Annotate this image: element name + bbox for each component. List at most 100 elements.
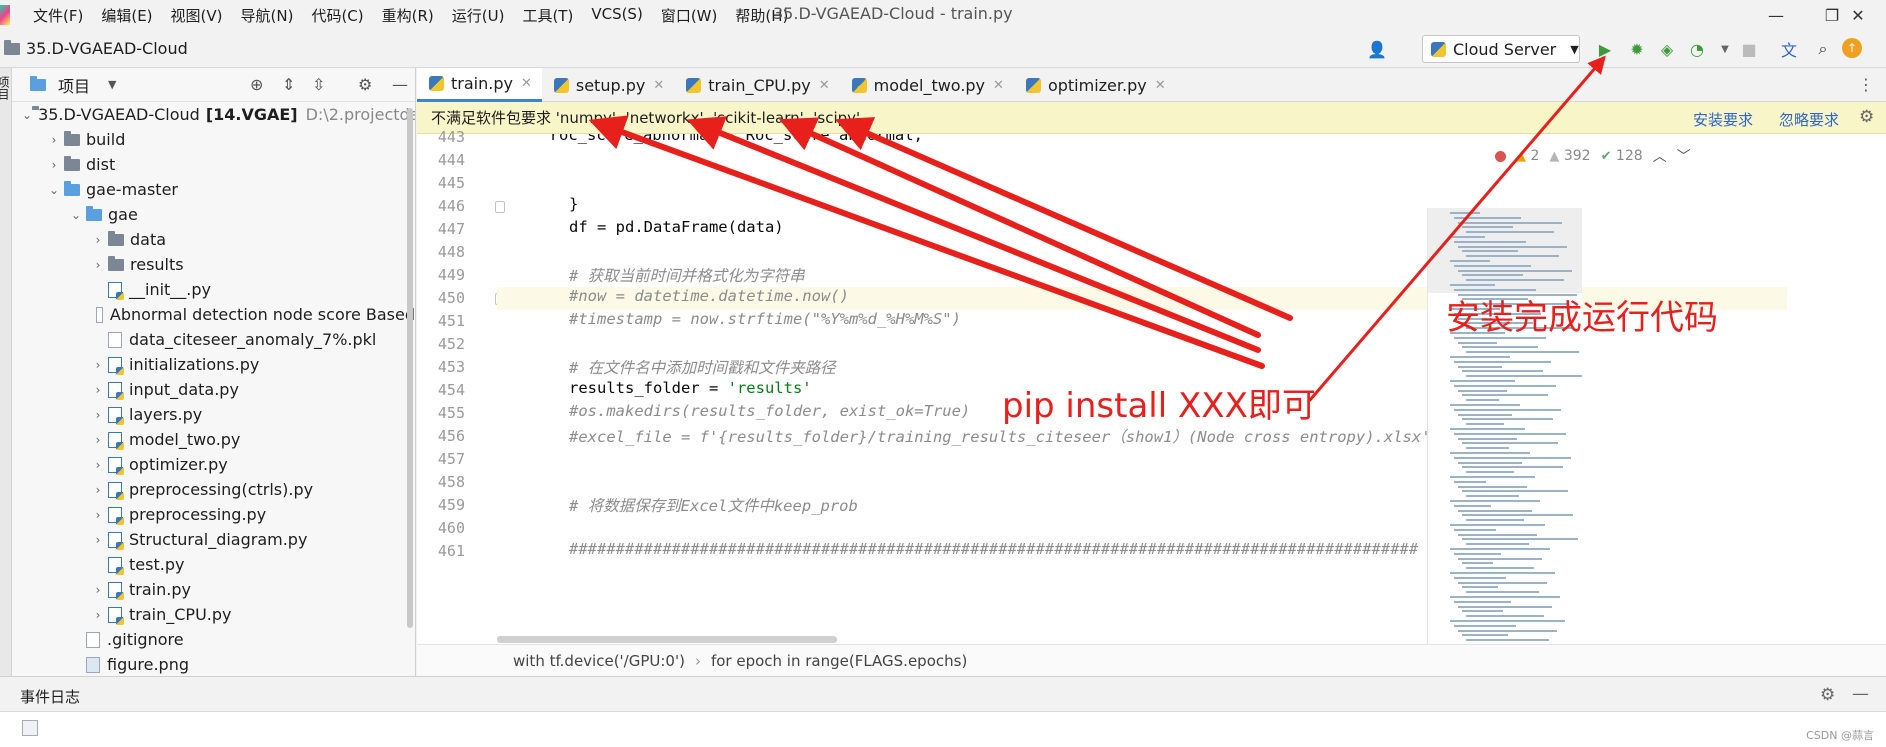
install-requirements-link[interactable]: 安装要求 bbox=[1693, 109, 1753, 130]
menu-item[interactable]: 编辑(E) bbox=[92, 5, 161, 26]
horizontal-scrollbar[interactable] bbox=[497, 636, 837, 643]
tree-item[interactable]: figure.png bbox=[12, 652, 415, 676]
more-tabs-icon[interactable]: ⋮ bbox=[1858, 75, 1874, 94]
hide-panel-icon[interactable]: — bbox=[392, 75, 408, 94]
menu-item[interactable]: 工具(T) bbox=[513, 5, 582, 26]
chevron-right-icon[interactable]: › bbox=[44, 158, 64, 172]
locate-icon[interactable]: ⊕ bbox=[250, 75, 263, 94]
previous-highlight-icon[interactable]: ︿ bbox=[1653, 146, 1667, 166]
tree-item[interactable]: › layers.py bbox=[12, 402, 415, 427]
requirements-notification: 不满足软件包要求 'numpy', 'networkx', 'scikit-le… bbox=[417, 102, 1886, 134]
chevron-right-icon[interactable]: › bbox=[88, 583, 108, 597]
minimap-line bbox=[1450, 596, 1560, 598]
minimize-button[interactable]: — bbox=[1748, 0, 1804, 30]
chevron-right-icon[interactable]: › bbox=[88, 458, 108, 472]
update-icon[interactable]: ↑ bbox=[1842, 38, 1862, 58]
chevron-right-icon[interactable]: › bbox=[88, 358, 108, 372]
stop-icon[interactable]: ■ bbox=[1738, 38, 1760, 60]
tree-item[interactable]: › train.py bbox=[12, 577, 415, 602]
breadcrumb-item[interactable]: with tf.device('/GPU:0') bbox=[513, 652, 685, 670]
menu-item[interactable]: 视图(V) bbox=[162, 5, 232, 26]
chevron-right-icon[interactable]: › bbox=[88, 508, 108, 522]
chevron-right-icon[interactable]: › bbox=[88, 258, 108, 272]
chevron-right-icon[interactable]: › bbox=[44, 133, 64, 147]
hide-panel-icon[interactable]: — bbox=[1852, 684, 1869, 704]
chevron-down-icon[interactable]: ⌄ bbox=[22, 108, 32, 122]
editor-tab[interactable]: setup.py ✕ bbox=[542, 68, 674, 102]
user-icon[interactable]: 👤 bbox=[1366, 38, 1388, 60]
translate-icon[interactable]: 文 bbox=[1778, 38, 1800, 60]
stripe-project-label[interactable]: 项目 bbox=[0, 76, 12, 100]
more-run-chevron-icon[interactable]: ▼ bbox=[1714, 38, 1736, 60]
minimap[interactable] bbox=[1427, 208, 1582, 653]
chevron-down-icon[interactable]: ▼ bbox=[108, 78, 116, 91]
project-panel-title[interactable]: 项目 bbox=[58, 73, 90, 97]
search-icon[interactable]: ⌕ bbox=[1812, 38, 1834, 60]
chevron-down-icon[interactable]: ⌄ bbox=[66, 208, 86, 222]
debug-icon[interactable]: ✹ bbox=[1626, 38, 1648, 60]
profile-icon[interactable]: ◔ bbox=[1686, 38, 1708, 60]
menu-item[interactable]: VCS(S) bbox=[582, 5, 651, 26]
inspection-widget[interactable]: ▲ 2 ▲ 392 ✔ 128 ︿ ﹀ bbox=[1495, 146, 1691, 166]
tree-item[interactable]: › input_data.py bbox=[12, 377, 415, 402]
event-log-title[interactable]: 事件日志 bbox=[20, 686, 80, 707]
menu-item[interactable]: 代码(C) bbox=[302, 5, 372, 26]
tree-item[interactable]: Abnormal detection node score Based bbox=[12, 302, 415, 327]
chevron-right-icon[interactable]: › bbox=[88, 608, 108, 622]
coverage-icon[interactable]: ◈ bbox=[1656, 38, 1678, 60]
chevron-right-icon[interactable]: › bbox=[88, 483, 108, 497]
chevron-right-icon[interactable]: › bbox=[88, 383, 108, 397]
tree-item[interactable]: ⌄ gae-master bbox=[12, 177, 415, 202]
tree-item[interactable]: › build bbox=[12, 127, 415, 152]
gear-icon[interactable]: ⚙ bbox=[358, 75, 372, 94]
close-tab-icon[interactable]: ✕ bbox=[521, 76, 532, 91]
close-tab-icon[interactable]: ✕ bbox=[819, 78, 830, 93]
ignore-requirements-link[interactable]: 忽略要求 bbox=[1779, 109, 1839, 130]
tree-item[interactable]: › preprocessing(ctrls).py bbox=[12, 477, 415, 502]
expand-all-icon[interactable]: ⇕ bbox=[282, 75, 295, 94]
breadcrumb-item[interactable]: for epoch in range(FLAGS.epochs) bbox=[711, 652, 967, 670]
collapse-all-icon[interactable]: ⇳ bbox=[312, 75, 325, 94]
editor-tab[interactable]: train.py ✕ bbox=[417, 68, 542, 102]
chevron-down-icon[interactable]: ⌄ bbox=[44, 183, 64, 197]
tree-item[interactable]: › initializations.py bbox=[12, 352, 415, 377]
tree-item[interactable]: › model_two.py bbox=[12, 427, 415, 452]
minimap-line bbox=[1454, 360, 1551, 363]
menu-item[interactable]: 文件(F) bbox=[24, 5, 92, 26]
tree-item[interactable]: .gitignore bbox=[12, 627, 415, 652]
tree-item[interactable]: › data bbox=[12, 227, 415, 252]
menu-item[interactable]: 窗口(W) bbox=[652, 5, 727, 26]
tree-item[interactable]: test.py bbox=[12, 552, 415, 577]
menu-item[interactable]: 重构(R) bbox=[373, 5, 443, 26]
project-breadcrumb[interactable]: 35.D-VGAEAD-Cloud bbox=[4, 39, 188, 58]
mark-read-icon[interactable] bbox=[22, 720, 38, 736]
editor-tab[interactable]: train_CPU.py ✕ bbox=[674, 68, 839, 102]
chevron-right-icon[interactable]: › bbox=[88, 233, 108, 247]
chevron-right-icon[interactable]: › bbox=[88, 433, 108, 447]
tree-item[interactable]: › dist bbox=[12, 152, 415, 177]
menu-item[interactable]: 运行(U) bbox=[443, 5, 514, 26]
gear-icon[interactable]: ⚙ bbox=[1859, 107, 1874, 127]
tree-item[interactable]: ⌄ gae bbox=[12, 202, 415, 227]
close-tab-icon[interactable]: ✕ bbox=[653, 78, 664, 93]
run-icon[interactable]: ▶ bbox=[1594, 38, 1616, 60]
editor-tab[interactable]: model_two.py ✕ bbox=[840, 68, 1014, 102]
close-window-button[interactable]: ✕ bbox=[1830, 0, 1886, 30]
close-tab-icon[interactable]: ✕ bbox=[1155, 78, 1166, 93]
chevron-right-icon[interactable]: › bbox=[88, 533, 108, 547]
tree-item[interactable]: › preprocessing.py bbox=[12, 502, 415, 527]
next-highlight-icon[interactable]: ﹀ bbox=[1677, 146, 1691, 166]
chevron-right-icon[interactable]: › bbox=[88, 408, 108, 422]
tree-item[interactable]: › train_CPU.py bbox=[12, 602, 415, 627]
gear-icon[interactable]: ⚙ bbox=[1820, 685, 1835, 705]
tree-item[interactable]: › Structural_diagram.py bbox=[12, 527, 415, 552]
tree-item[interactable]: › results bbox=[12, 252, 415, 277]
tree-item[interactable]: ⌄ 35.D-VGAEAD-Cloud [14.VGAE] D:\2.projectd… bbox=[12, 102, 415, 127]
tree-item[interactable]: › optimizer.py bbox=[12, 452, 415, 477]
menu-item[interactable]: 导航(N) bbox=[232, 5, 303, 26]
interpreter-select[interactable]: Cloud Server ▼ bbox=[1422, 35, 1580, 63]
tree-item[interactable]: __init__.py bbox=[12, 277, 415, 302]
editor-tab[interactable]: optimizer.py ✕ bbox=[1014, 68, 1176, 102]
close-tab-icon[interactable]: ✕ bbox=[993, 78, 1004, 93]
tree-item[interactable]: data_citeseer_anomaly_7%.pkl bbox=[12, 327, 415, 352]
